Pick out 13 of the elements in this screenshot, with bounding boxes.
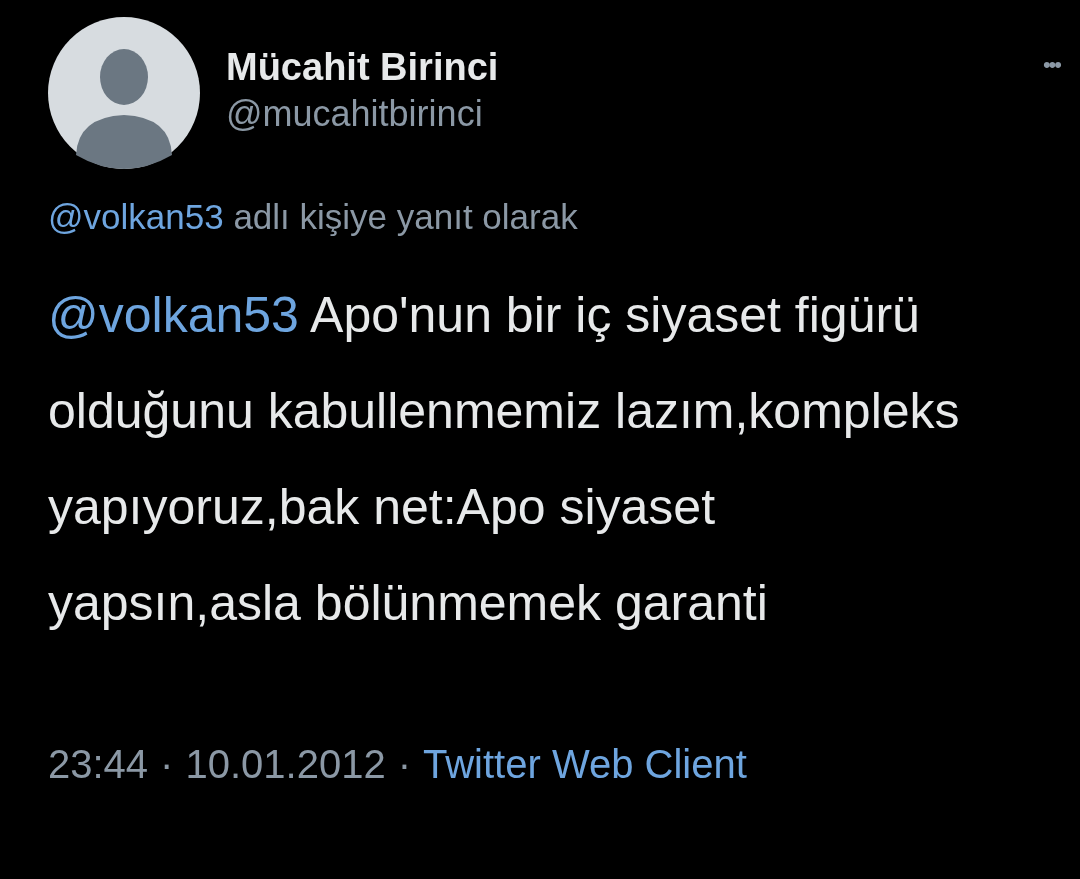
separator-dot: · [160,741,174,788]
tweet-date: 10.01.2012 [185,741,386,788]
separator-dot: · [397,741,411,788]
more-options-icon[interactable]: ••• [1042,48,1060,81]
tweet-text: @volkan53 Apo'nun bir iç siyaset figürü olduğunu kabullenmemiz lazım,kompleks yapıyoruz,bak net:Apo siyaset yapsın,asla bölünmemek garanti [47,286,961,633]
reply-context: @volkan53 adlı kişiye yanıt olarak [47,196,579,238]
author-handle[interactable]: @mucahitbirinci [226,91,499,137]
mention-link[interactable]: @volkan53 [48,287,299,343]
avatar-icon[interactable] [48,17,200,169]
author-name[interactable]: Mücahit Birinci [226,43,499,91]
tweet-time: 23:44 [48,741,149,788]
mention-link[interactable]: @volkan53 [48,197,224,236]
source-link[interactable]: Twitter Web Client [422,739,747,789]
